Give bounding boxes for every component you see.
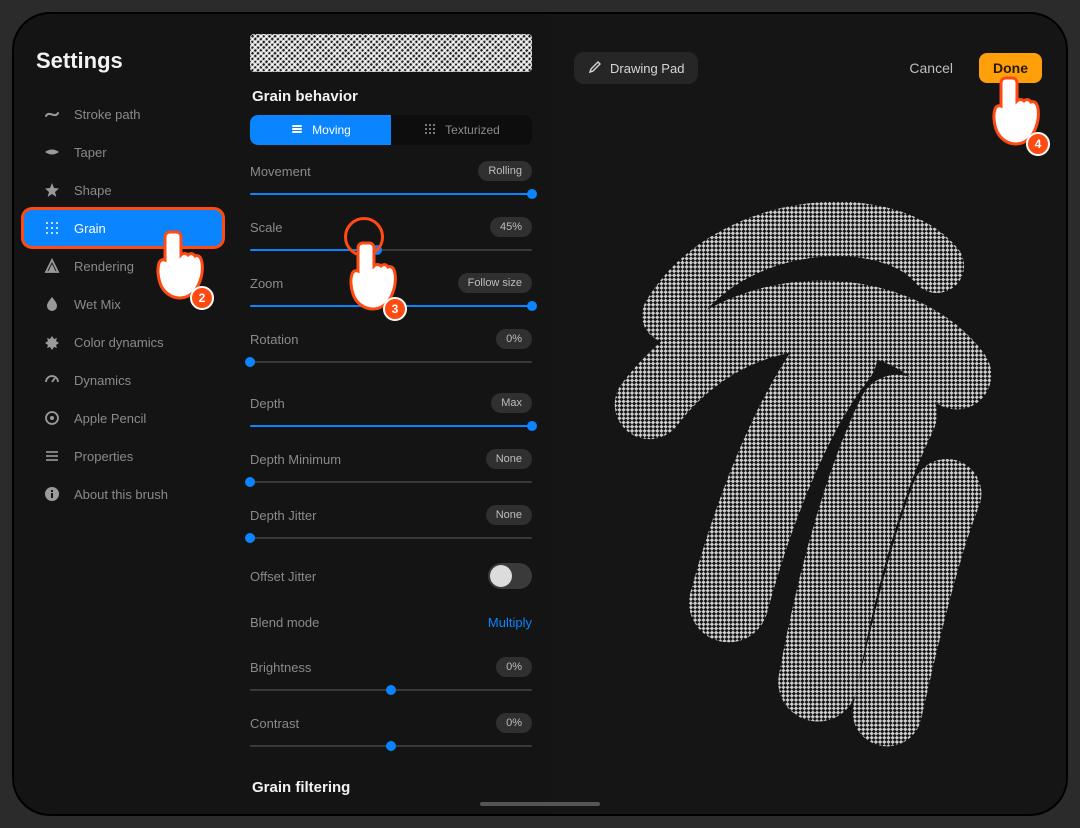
rendering-icon [44,258,60,274]
stroke-path-icon [44,106,60,122]
grain-behavior-title: Grain behavior [252,88,532,105]
slider-label: Depth [250,396,285,411]
contrast-row: Contrast 0% [250,711,532,735]
brightness-row: Brightness 0% [250,655,532,679]
sidebar-item-label: Grain [74,221,106,236]
about-icon [44,486,60,502]
cancel-button[interactable]: Cancel [909,60,953,76]
depth-row: Depth Max [250,391,532,415]
depth-jitter-row: Depth Jitter None [250,503,532,527]
slider-label: Contrast [250,716,299,731]
row-label: Blend mode [250,615,319,630]
sidebar-item-stroke-path[interactable]: Stroke path [24,96,222,132]
sidebar-item-apple-pencil[interactable]: Apple Pencil [24,400,222,436]
movement-slider[interactable] [250,187,532,201]
contrast-value: 0% [496,713,532,733]
settings-sidebar: Settings Stroke path Taper Shape Grain [14,14,232,814]
device-frame: Settings Stroke path Taper Shape Grain [14,14,1066,814]
slider-label: Depth Jitter [250,508,316,523]
drawing-pad-button[interactable]: Drawing Pad [574,52,698,84]
sidebar-item-properties[interactable]: Properties [24,438,222,474]
sidebar-item-label: Wet Mix [74,297,121,312]
blend-mode-row[interactable]: Blend mode Multiply [250,607,532,637]
sidebar-item-label: Color dynamics [74,335,164,350]
depth-slider[interactable] [250,419,532,433]
preview-header: Drawing Pad Cancel Done [550,52,1066,84]
grain-icon [44,220,60,236]
offset-jitter-row: Offset Jitter [250,561,532,591]
offset-jitter-toggle[interactable] [488,563,532,589]
texturized-icon [423,122,437,139]
slider-label: Depth Minimum [250,452,341,467]
toggle-label: Offset Jitter [250,569,316,584]
apple-pencil-icon [44,410,60,426]
sidebar-item-label: Apple Pencil [74,411,146,426]
slider-label: Rotation [250,332,298,347]
grain-settings-panel: Grain behavior Moving Texturized Movemen… [232,14,550,814]
sidebar-item-taper[interactable]: Taper [24,134,222,170]
depth-jitter-value: None [486,505,532,525]
wet-mix-icon [44,296,60,312]
grain-filtering-title: Grain filtering [252,779,532,796]
depth-min-slider[interactable] [250,475,532,489]
sidebar-item-wet-mix[interactable]: Wet Mix [24,286,222,322]
edit-icon [588,60,602,77]
sidebar-item-rendering[interactable]: Rendering [24,248,222,284]
zoom-row: Zoom Follow size [250,271,532,295]
moving-icon [290,122,304,139]
depth-min-row: Depth Minimum None [250,447,532,471]
contrast-slider[interactable] [250,739,532,753]
zoom-slider[interactable] [250,299,532,313]
depth-min-value: None [486,449,532,469]
scale-row: Scale 45% [250,215,532,239]
color-dynamics-icon [44,334,60,350]
slider-label: Zoom [250,276,283,291]
sidebar-item-label: Taper [74,145,107,160]
shape-icon [44,182,60,198]
slider-label: Brightness [250,660,311,675]
done-button[interactable]: Done [979,53,1042,83]
sidebar-item-label: About this brush [74,487,168,502]
sidebar-item-shape[interactable]: Shape [24,172,222,208]
tab-label: Moving [312,123,351,137]
blend-mode-value: Multiply [488,615,532,630]
brightness-value: 0% [496,657,532,677]
settings-title: Settings [14,48,232,74]
taper-icon [44,144,60,160]
scale-slider[interactable] [250,243,532,257]
slider-label: Scale [250,220,283,235]
sidebar-item-label: Dynamics [74,373,131,388]
sidebar-item-label: Rendering [74,259,134,274]
sidebar-item-color-dynamics[interactable]: Color dynamics [24,324,222,360]
sidebar-item-label: Stroke path [74,107,141,122]
properties-icon [44,448,60,464]
grain-behavior-tabs: Moving Texturized [250,115,532,145]
sidebar-item-about[interactable]: About this brush [24,476,222,512]
rotation-value: 0% [496,329,532,349]
zoom-value: Follow size [458,273,532,293]
sidebar-item-grain[interactable]: Grain [24,210,222,246]
sidebar-item-label: Shape [74,183,112,198]
filtering-option-none[interactable]: No filtering [250,806,532,814]
drawing-pad-label: Drawing Pad [610,61,684,76]
sidebar-item-dynamics[interactable]: Dynamics [24,362,222,398]
home-indicator [480,802,600,806]
slider-label: Movement [250,164,311,179]
movement-value: Rolling [478,161,532,181]
tab-texturized[interactable]: Texturized [391,115,532,145]
grain-texture-preview[interactable] [250,34,532,72]
brush-stroke-preview[interactable] [590,124,1026,784]
brightness-slider[interactable] [250,683,532,697]
sidebar-item-label: Properties [74,449,133,464]
depth-jitter-slider[interactable] [250,531,532,545]
rotation-slider[interactable] [250,355,532,369]
rotation-row: Rotation 0% [250,327,532,351]
movement-row: Movement Rolling [250,159,532,183]
scale-value: 45% [490,217,532,237]
dynamics-icon [44,372,60,388]
brush-preview-panel: Drawing Pad Cancel Done [550,14,1066,814]
tab-moving[interactable]: Moving [250,115,391,145]
depth-value: Max [491,393,532,413]
tab-label: Texturized [445,123,500,137]
